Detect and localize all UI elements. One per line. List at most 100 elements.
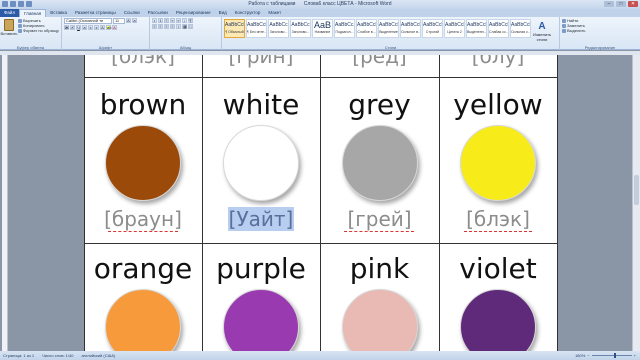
editing-group-label: Редактирование <box>584 45 616 50</box>
tab-design[interactable]: Конструктор <box>231 9 265 17</box>
style-no-spacing[interactable]: AaBbCcDc ¶ Без инте... <box>246 19 267 38</box>
text-effects-button[interactable]: A <box>100 25 105 30</box>
close-button[interactable]: ✕ <box>628 1 638 7</box>
selected-text[interactable]: [Уайт] <box>227 207 295 231</box>
maximize-button[interactable]: □ <box>616 1 626 7</box>
format-painter-button[interactable]: Формат по образцу <box>18 28 59 33</box>
style-subtitle[interactable]: AaBbCc. Подзагол... <box>334 19 355 38</box>
color-word-brown[interactable]: brown <box>84 88 202 121</box>
style-name: Сильная с... <box>511 30 531 34</box>
word-count[interactable]: Число слов: 1/40 <box>42 353 73 358</box>
color-word-purple[interactable]: purple <box>202 252 320 285</box>
tab-home[interactable]: Главная <box>19 9 47 17</box>
style-title[interactable]: AaB Название <box>312 19 333 38</box>
style-sample: AaBbCc. <box>335 22 355 28</box>
tab-page-layout[interactable]: Разметка страницы <box>71 9 120 17</box>
decrease-indent-button[interactable]: « <box>170 18 175 23</box>
copy-icon <box>18 23 22 28</box>
select-button[interactable]: Выделить <box>562 28 638 33</box>
tab-insert[interactable]: Вставка <box>46 9 71 17</box>
align-left-button[interactable]: ≡ <box>152 24 157 29</box>
shading-button[interactable]: ▦ <box>182 24 187 29</box>
zoom-slider-thumb[interactable] <box>613 353 616 358</box>
table-cell-translit[interactable]: [блэк] <box>84 55 202 68</box>
style-normal[interactable]: AaBbCcDc ¶ Обычный <box>224 19 245 38</box>
language-indicator[interactable]: английский (США) <box>81 353 115 358</box>
style-emphasis[interactable]: AaBbCcDc Выделение <box>378 19 399 38</box>
borders-button[interactable]: □ <box>188 24 193 29</box>
color-word-violet[interactable]: violet <box>439 252 557 285</box>
vertical-scrollbar[interactable] <box>632 55 640 351</box>
strikethrough-button[interactable]: a <box>82 25 87 30</box>
color-word-white[interactable]: white <box>202 88 320 121</box>
font-color-button[interactable]: A <box>112 25 117 30</box>
multilevel-list-button[interactable]: ≡ <box>164 18 169 23</box>
style-intense-reference[interactable]: AaBbCcDc Сильная с... <box>510 19 531 38</box>
page-count[interactable]: Страница: 1 из 1 <box>3 353 34 358</box>
style-sample: AaBbCcDc <box>401 22 420 28</box>
table-cell-translit[interactable]: [блэк] <box>439 207 557 231</box>
underline-button[interactable]: Ч <box>76 25 81 30</box>
grow-font-button[interactable]: A <box>126 18 131 23</box>
minimize-button[interactable]: – <box>604 1 614 7</box>
style-name: Выделение <box>379 30 398 34</box>
style-name: Выделенн... <box>467 30 487 34</box>
style-subtle-emphasis[interactable]: AaBbCcDc Слабое в... <box>356 19 377 38</box>
zoom-in-button[interactable]: + <box>634 353 636 358</box>
table-cell-translit[interactable]: [ред] <box>320 55 439 68</box>
zoom-out-button[interactable]: − <box>587 353 589 358</box>
tab-file[interactable]: Файл <box>0 9 20 17</box>
style-subtle-reference[interactable]: AaBbCcDc Слабая сс... <box>488 19 509 38</box>
style-strong[interactable]: AaBbCcDc Строгий <box>422 19 443 38</box>
scrollbar-thumb[interactable] <box>634 175 639 205</box>
tab-review[interactable]: Рецензирование <box>172 9 215 17</box>
table-cell-translit-selected[interactable]: [Уайт] <box>202 207 320 231</box>
subscript-button[interactable]: x <box>88 25 93 30</box>
style-intense-emphasis[interactable]: AaBbCcDc Сильное в... <box>400 19 421 38</box>
color-swatch-yellow <box>460 125 536 201</box>
numbering-button[interactable]: 1 <box>158 18 163 23</box>
tab-references[interactable]: Ссылки <box>120 9 144 17</box>
document-page[interactable]: [блэк] [грин] [ред] [блу] brown white gr… <box>84 55 558 351</box>
increase-indent-button[interactable]: » <box>176 18 181 23</box>
style-name: Сильное в... <box>401 30 421 34</box>
color-word-pink[interactable]: pink <box>320 252 439 285</box>
italic-button[interactable]: К <box>70 25 75 30</box>
zoom-level[interactable]: 180% <box>575 353 585 358</box>
justify-button[interactable]: ≡ <box>170 24 175 29</box>
zoom-slider[interactable] <box>591 353 632 358</box>
shrink-font-button[interactable]: a <box>132 18 137 23</box>
align-right-button[interactable]: ≡ <box>164 24 169 29</box>
tab-layout[interactable]: Макет <box>264 9 285 17</box>
font-size-select[interactable]: 11 <box>113 18 125 24</box>
style-heading-2[interactable]: AaBbCc Заголово... <box>290 19 311 38</box>
paste-button[interactable]: Вставить <box>0 18 18 36</box>
style-name: Заголово... <box>269 30 288 34</box>
tab-mailings[interactable]: Рассылки <box>144 9 172 17</box>
superscript-button[interactable]: x <box>94 25 99 30</box>
paste-label: Вставить <box>0 31 18 36</box>
align-center-button[interactable]: ≡ <box>158 24 163 29</box>
line-spacing-button[interactable]: ↕ <box>176 24 181 29</box>
style-quote[interactable]: AaBbCcDc Цитата 2 <box>444 19 465 38</box>
bold-button[interactable]: Ж <box>64 25 69 30</box>
table-cell-translit[interactable]: [блу] <box>439 55 557 68</box>
style-heading-1[interactable]: AaBbCc Заголово... <box>268 19 289 38</box>
table-cell-translit[interactable]: [грей] <box>320 207 439 231</box>
vertical-ruler[interactable] <box>2 55 8 351</box>
font-name-select[interactable]: Calibri (Основной те <box>64 18 112 24</box>
table-cell-translit[interactable]: [грин] <box>202 55 320 68</box>
change-styles-button[interactable]: A Изменить стили <box>532 19 552 42</box>
highlight-button[interactable]: ab <box>106 25 111 30</box>
format-painter-label: Формат по образцу <box>23 28 59 33</box>
color-word-orange[interactable]: orange <box>84 252 202 285</box>
color-word-yellow[interactable]: yellow <box>439 88 557 121</box>
show-marks-button[interactable]: ¶ <box>188 18 193 23</box>
table-cell-translit[interactable]: [браун] <box>84 207 202 231</box>
style-intense-quote[interactable]: AaBbCcDc Выделенн... <box>466 19 487 38</box>
color-word-grey[interactable]: grey <box>320 88 439 121</box>
sort-button[interactable]: ↓ <box>182 18 187 23</box>
tab-view[interactable]: Вид <box>215 9 231 17</box>
style-name: Заголово... <box>291 30 310 34</box>
bullets-button[interactable]: • <box>152 18 157 23</box>
